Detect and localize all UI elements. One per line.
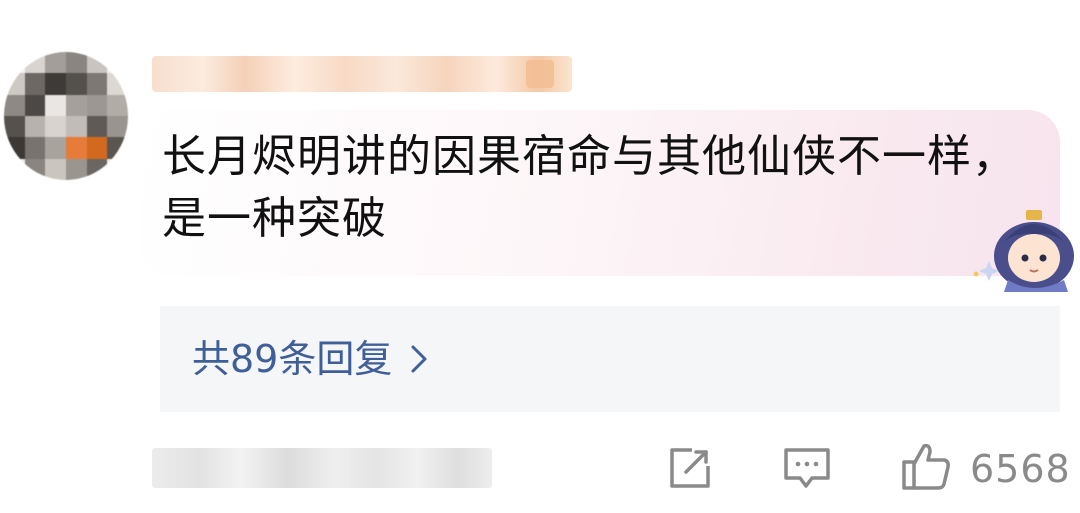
- view-replies-link[interactable]: 共89条回复: [192, 334, 428, 384]
- comment-text: 长月烬明讲的因果宿命与其他仙侠不一样， 是一种突破: [162, 131, 1017, 244]
- share-icon[interactable]: [666, 444, 714, 492]
- username-redacted[interactable]: [152, 56, 572, 92]
- comment-icon[interactable]: [782, 444, 832, 492]
- replies-panel: 共89条回复: [160, 306, 1060, 412]
- avatar[interactable]: [4, 52, 128, 180]
- thumbs-up-icon[interactable]: [900, 440, 952, 492]
- timestamp-redacted: [152, 448, 492, 488]
- chevron-right-icon: [411, 345, 427, 373]
- reply-count-label: 共89条回复: [192, 337, 393, 381]
- like-count: 6568: [970, 447, 1071, 491]
- chibi-character-sticker-icon: [973, 210, 1074, 292]
